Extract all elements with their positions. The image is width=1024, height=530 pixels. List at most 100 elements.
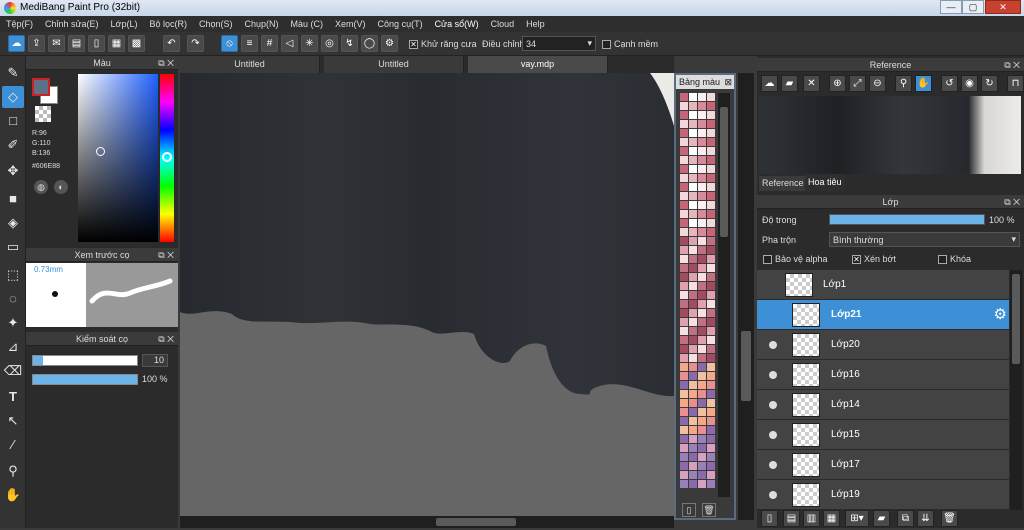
hand-tool-icon[interactable]: ✋ bbox=[2, 484, 24, 506]
palette-swatch[interactable] bbox=[689, 345, 697, 353]
palette-swatch[interactable] bbox=[680, 273, 688, 281]
palette-swatch[interactable] bbox=[698, 417, 706, 425]
palette-swatch[interactable] bbox=[689, 408, 697, 416]
menu-edit[interactable]: Chỉnh sửa(E) bbox=[39, 16, 105, 32]
palette-swatch[interactable] bbox=[707, 453, 715, 461]
layer-row[interactable]: Lớp20 bbox=[757, 330, 1009, 360]
palette-swatch[interactable] bbox=[680, 129, 688, 137]
hand-icon[interactable]: ✋ bbox=[915, 75, 932, 92]
zoom-out-icon[interactable]: ⊖ bbox=[869, 75, 886, 92]
palette-swatch[interactable] bbox=[707, 102, 715, 110]
rotate-right-icon[interactable]: ↻ bbox=[981, 75, 998, 92]
tab-reference[interactable]: Reference bbox=[759, 176, 807, 191]
duplicate-layer-icon[interactable]: ⧉ bbox=[897, 510, 914, 527]
palette-swatch[interactable] bbox=[680, 210, 688, 218]
menu-window[interactable]: Cửa sổ(W) bbox=[428, 16, 485, 33]
folder-icon[interactable]: ▰ bbox=[873, 510, 890, 527]
canvas-v-scrollbar[interactable] bbox=[738, 73, 754, 520]
rotate-left-icon[interactable]: ↺ bbox=[941, 75, 958, 92]
tab-navigator[interactable]: Hoa tiêu bbox=[805, 174, 845, 191]
palette-swatch[interactable] bbox=[707, 264, 715, 272]
transparent-swatch[interactable] bbox=[35, 106, 51, 122]
palette-swatch[interactable] bbox=[680, 345, 688, 353]
layer-row[interactable]: Lớp14 bbox=[757, 390, 1009, 420]
share-icon[interactable]: ⇪ bbox=[28, 35, 45, 52]
palette-swatch[interactable] bbox=[698, 156, 706, 164]
palette-swatch[interactable] bbox=[707, 363, 715, 371]
palette-swatch[interactable] bbox=[689, 471, 697, 479]
palette-swatch[interactable] bbox=[689, 300, 697, 308]
saturation-value-picker[interactable] bbox=[78, 74, 158, 242]
palette-swatch[interactable] bbox=[707, 345, 715, 353]
palette-swatch[interactable] bbox=[707, 273, 715, 281]
palette-swatch[interactable] bbox=[689, 219, 697, 227]
menu-filter[interactable]: Bộ lọc(R) bbox=[143, 16, 193, 32]
palette-swatch[interactable] bbox=[689, 165, 697, 173]
palette-swatch[interactable] bbox=[689, 156, 697, 164]
snap-radial-icon[interactable]: ✳ bbox=[301, 35, 318, 52]
select-eraser-tool-icon[interactable]: ⌫ bbox=[2, 360, 24, 382]
palette-swatch[interactable] bbox=[698, 282, 706, 290]
layer-row[interactable]: Lớp19 bbox=[757, 480, 1009, 510]
palette-swatch[interactable] bbox=[707, 390, 715, 398]
palette-swatch[interactable] bbox=[680, 453, 688, 461]
palette-swatch[interactable] bbox=[680, 327, 688, 335]
palette-swatch[interactable] bbox=[707, 111, 715, 119]
palette-swatch[interactable] bbox=[707, 183, 715, 191]
palette-swatch[interactable] bbox=[689, 93, 697, 101]
brush-opacity-slider[interactable] bbox=[32, 374, 138, 385]
move-tool-icon[interactable]: ✥ bbox=[2, 160, 24, 182]
menu-tools[interactable]: Công cụ(T) bbox=[372, 16, 429, 32]
palette-swatch[interactable] bbox=[707, 399, 715, 407]
palette-swatch[interactable] bbox=[698, 399, 706, 407]
menu-view[interactable]: Xem(V) bbox=[329, 16, 372, 32]
palette-swatch[interactable] bbox=[707, 237, 715, 245]
visibility-icon[interactable] bbox=[769, 371, 777, 379]
palette-swatch[interactable] bbox=[698, 174, 706, 182]
palette-swatch[interactable] bbox=[707, 174, 715, 182]
palette-swatch[interactable] bbox=[680, 381, 688, 389]
menu-color[interactable]: Màu (C) bbox=[285, 16, 330, 32]
palette-swatch[interactable] bbox=[689, 138, 697, 146]
layer-list-scrollbar[interactable] bbox=[1010, 270, 1022, 510]
palette-swatch[interactable] bbox=[689, 147, 697, 155]
page-icon[interactable]: ▯ bbox=[88, 35, 105, 52]
layer-row[interactable]: Lớp16 bbox=[757, 360, 1009, 390]
palette-swatch[interactable] bbox=[698, 426, 706, 434]
panel-close-icon[interactable]: ⧉ ✕ bbox=[158, 248, 174, 262]
palette-swatch[interactable] bbox=[707, 354, 715, 362]
palette-swatch[interactable] bbox=[707, 210, 715, 218]
palette-swatch[interactable] bbox=[689, 183, 697, 191]
palette-swatch[interactable] bbox=[680, 147, 688, 155]
palette-swatch[interactable] bbox=[707, 435, 715, 443]
maximize-button[interactable]: ▢ bbox=[962, 0, 984, 14]
palette-swatch[interactable] bbox=[698, 228, 706, 236]
palette-swatch[interactable] bbox=[680, 426, 688, 434]
palette-swatch[interactable] bbox=[707, 156, 715, 164]
visibility-icon[interactable] bbox=[769, 461, 777, 469]
panel-close-icon[interactable]: ⧉ ✕ bbox=[1004, 195, 1020, 209]
palette-swatch[interactable] bbox=[698, 381, 706, 389]
visibility-icon[interactable] bbox=[769, 431, 777, 439]
reference-open-icon[interactable]: ▰ bbox=[781, 75, 798, 92]
layer-row[interactable]: Lớp15 bbox=[757, 420, 1009, 450]
palette-swatch[interactable] bbox=[698, 129, 706, 137]
delete-layer-icon[interactable]: 🗑 bbox=[941, 510, 958, 527]
palette-swatch[interactable] bbox=[707, 120, 715, 128]
palette-swatch[interactable] bbox=[698, 192, 706, 200]
lock-checkbox[interactable] bbox=[938, 255, 947, 265]
palette-swatch[interactable] bbox=[707, 408, 715, 416]
cloud-icon[interactable]: ☁ bbox=[8, 35, 25, 52]
menu-file[interactable]: Tệp(F) bbox=[0, 16, 39, 32]
palette-swatch[interactable] bbox=[689, 336, 697, 344]
palette-swatch[interactable] bbox=[707, 219, 715, 227]
palette-swatch[interactable] bbox=[698, 309, 706, 317]
palette-swatch[interactable] bbox=[680, 246, 688, 254]
chat-icon[interactable]: ▤ bbox=[68, 35, 85, 52]
reference-close-icon[interactable]: ✕ bbox=[803, 75, 820, 92]
palette-swatch[interactable] bbox=[707, 426, 715, 434]
visibility-icon[interactable] bbox=[769, 311, 777, 319]
palette-swatch[interactable] bbox=[680, 93, 688, 101]
palette-swatch[interactable] bbox=[698, 273, 706, 281]
tab-untitled-1[interactable]: Untitled bbox=[180, 56, 320, 73]
